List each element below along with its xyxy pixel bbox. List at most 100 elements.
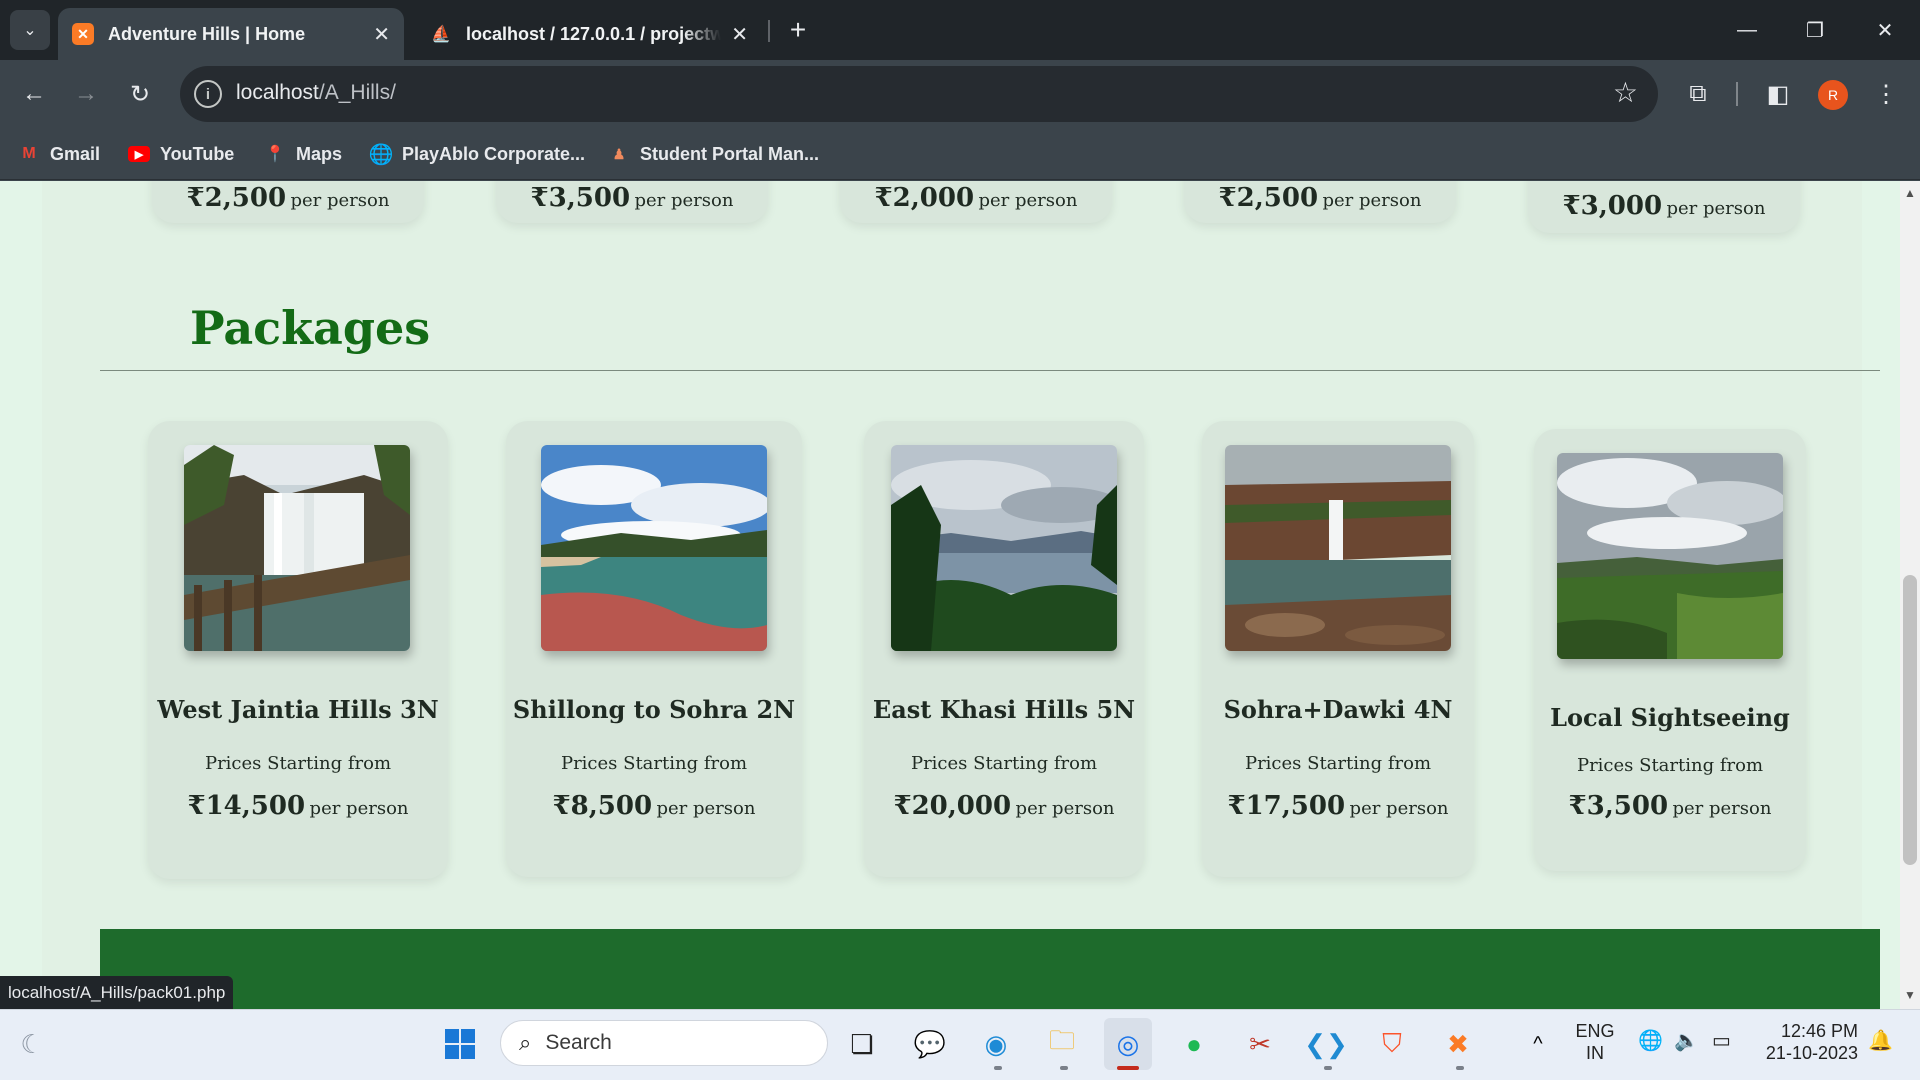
scrollbar-thumb[interactable] xyxy=(1903,575,1917,865)
menu-button[interactable]: ⋮ xyxy=(1864,72,1908,116)
close-tab-icon[interactable]: ✕ xyxy=(373,22,390,47)
notification-bell-icon[interactable]: 🔔 xyxy=(1868,1030,1893,1052)
youtube-icon: ▶ xyxy=(128,146,150,162)
scroll-down-icon[interactable]: ▼ xyxy=(1904,988,1916,1002)
phpmyadmin-icon: ⛵ xyxy=(431,26,451,43)
tab-adventure-hills[interactable]: ✕ Adventure Hills | Home ✕ xyxy=(58,8,404,60)
price-unit: per person xyxy=(656,798,756,819)
package-card-local-sightseeing[interactable]: Local Sightseeing Prices Starting from ₹… xyxy=(1534,429,1806,871)
edge-icon: ◉ xyxy=(984,1028,1008,1059)
package-name: Sohra+Dawki 4N xyxy=(1223,695,1453,724)
new-tab-button[interactable]: + xyxy=(780,12,816,48)
package-card-sohra-dawki[interactable]: Sohra+Dawki 4N Prices Starting from ₹17,… xyxy=(1202,421,1474,877)
windows-icon xyxy=(445,1029,475,1059)
reload-button[interactable]: ↻ xyxy=(120,74,160,114)
xampp-app[interactable]: ✖ xyxy=(1434,1018,1482,1070)
weather-widget[interactable]: ☾ xyxy=(8,1018,56,1070)
snipping-tool-app[interactable]: ✂ xyxy=(1236,1018,1284,1070)
xampp-icon: ✖ xyxy=(1447,1028,1469,1059)
teams-app[interactable]: 💬 xyxy=(906,1018,954,1070)
close-icon: ✕ xyxy=(1876,19,1894,42)
spotify-icon: ● xyxy=(1186,1028,1202,1059)
restore-button[interactable]: ❐ xyxy=(1792,10,1838,50)
price-amount: ₹8,500 xyxy=(552,791,653,821)
packages-heading: Packages xyxy=(190,301,431,355)
vscode-app[interactable]: ❮❯ xyxy=(1302,1018,1350,1070)
running-indicator xyxy=(1324,1066,1332,1070)
edge-app[interactable]: ◉ xyxy=(972,1018,1020,1070)
package-price: ₹17,500 per person xyxy=(1202,791,1474,821)
network-icon[interactable]: 🌐 xyxy=(1638,1030,1663,1052)
profile-avatar[interactable]: R xyxy=(1818,80,1848,110)
brave-lion-icon: ⛉ xyxy=(1382,1028,1402,1058)
brave-app[interactable]: ⛉ xyxy=(1368,1018,1416,1070)
taskbar-search[interactable]: ⌕ Search xyxy=(500,1020,828,1066)
package-image-river xyxy=(541,445,767,651)
scroll-up-icon[interactable]: ▲ xyxy=(1904,186,1916,200)
volume-icon[interactable]: 🔈 xyxy=(1674,1030,1699,1052)
bookmark-star-icon[interactable]: ☆ xyxy=(1613,76,1638,109)
bookmark-youtube[interactable]: ▶ YouTube xyxy=(128,138,234,170)
start-button[interactable] xyxy=(436,1018,484,1070)
price-amount: ₹3,500 xyxy=(1568,791,1669,821)
gmail-icon: M xyxy=(22,145,36,162)
bookmark-playablo[interactable]: 🌐 PlayAblo Corporate... xyxy=(369,138,586,170)
package-price: ₹3,500 per person xyxy=(1534,791,1806,821)
minimize-button[interactable]: — xyxy=(1724,10,1770,50)
clock[interactable]: 12:46 PM 21-10-2023 xyxy=(1758,1020,1858,1064)
restore-icon: ❐ xyxy=(1806,19,1824,42)
tab-phpmyadmin[interactable]: ⛵ localhost / 127.0.0.1 / projectwork ✕ xyxy=(416,8,762,60)
package-card-west-jaintia[interactable]: West Jaintia Hills 3N Prices Starting fr… xyxy=(148,421,448,879)
close-tab-icon[interactable]: ✕ xyxy=(731,22,748,47)
running-indicator xyxy=(994,1066,1002,1070)
package-card-east-khasi[interactable]: East Khasi Hills 5N Prices Starting from… xyxy=(864,421,1144,877)
bookmark-label: Student Portal Man... xyxy=(640,143,820,164)
prev-card-5[interactable]: ₹3,000 per person xyxy=(1528,181,1800,233)
price-amount: ₹3,000 xyxy=(1562,191,1663,221)
prev-card-3[interactable]: ₹2,000 per person xyxy=(840,181,1112,223)
bookmark-student-portal[interactable]: ♟ Student Portal Man... xyxy=(608,138,819,170)
plus-icon: + xyxy=(789,14,807,45)
package-name: East Khasi Hills 5N xyxy=(872,695,1136,724)
arrow-right-icon: → xyxy=(74,80,98,107)
bookmark-maps[interactable]: 📍 Maps xyxy=(264,138,342,170)
arrow-left-icon: ← xyxy=(22,80,46,107)
extensions-button[interactable]: ⧉ xyxy=(1676,72,1720,116)
tab-search-button[interactable]: ⌄ xyxy=(10,10,50,50)
prev-card-1[interactable]: ₹2,500 per person xyxy=(152,181,424,223)
url-text[interactable]: localhost/A_Hills/ xyxy=(236,81,396,105)
prev-card-4[interactable]: ₹2,500 per person xyxy=(1184,181,1456,223)
task-view-icon: ❏ xyxy=(850,1028,874,1059)
prev-card-price: ₹2,000 per person xyxy=(840,183,1112,213)
package-price: ₹14,500 per person xyxy=(148,791,448,821)
price-amount: ₹14,500 xyxy=(187,791,306,821)
running-indicator xyxy=(1456,1066,1464,1070)
language-indicator[interactable]: ENG IN xyxy=(1572,1020,1618,1064)
back-button[interactable]: ← xyxy=(14,74,54,114)
show-hidden-icons[interactable]: ^ xyxy=(1514,1018,1562,1070)
chrome-app[interactable]: ◎ xyxy=(1104,1018,1152,1070)
bookmark-label: PlayAblo Corporate... xyxy=(402,143,586,164)
bookmark-gmail[interactable]: M Gmail xyxy=(18,138,100,170)
package-image-waterfall xyxy=(184,445,410,651)
file-explorer-app[interactable]: 🗀 xyxy=(1038,1018,1086,1070)
package-subtitle: Prices Starting from xyxy=(910,753,1098,774)
folder-icon: 🗀 xyxy=(1048,1025,1075,1055)
site-info-icon[interactable]: i xyxy=(194,80,222,108)
package-card-shillong-sohra[interactable]: Shillong to Sohra 2N Prices Starting fro… xyxy=(506,421,802,877)
address-bar[interactable]: i localhost/A_Hills/ ☆ xyxy=(180,66,1658,122)
forward-button[interactable]: → xyxy=(66,74,106,114)
close-window-button[interactable]: ✕ xyxy=(1862,10,1908,50)
search-placeholder: Search xyxy=(545,1031,612,1054)
task-view-button[interactable]: ❏ xyxy=(838,1018,886,1070)
package-subtitle: Prices Starting from xyxy=(560,753,748,774)
battery-icon[interactable]: ▭ xyxy=(1712,1030,1731,1052)
prev-card-2[interactable]: ₹3,500 per person xyxy=(496,181,768,223)
link-status-bubble: localhost/A_Hills/pack01.php xyxy=(0,976,234,1009)
price-unit: per person xyxy=(1666,198,1766,219)
page-content: ₹2,500 per person ₹3,500 per person ₹2,0… xyxy=(42,181,1880,1009)
spotify-app[interactable]: ● xyxy=(1170,1018,1218,1070)
taskbar xyxy=(0,1009,1920,1080)
side-panel-button[interactable]: ◧ xyxy=(1756,72,1800,116)
price-unit: per person xyxy=(1349,798,1449,819)
